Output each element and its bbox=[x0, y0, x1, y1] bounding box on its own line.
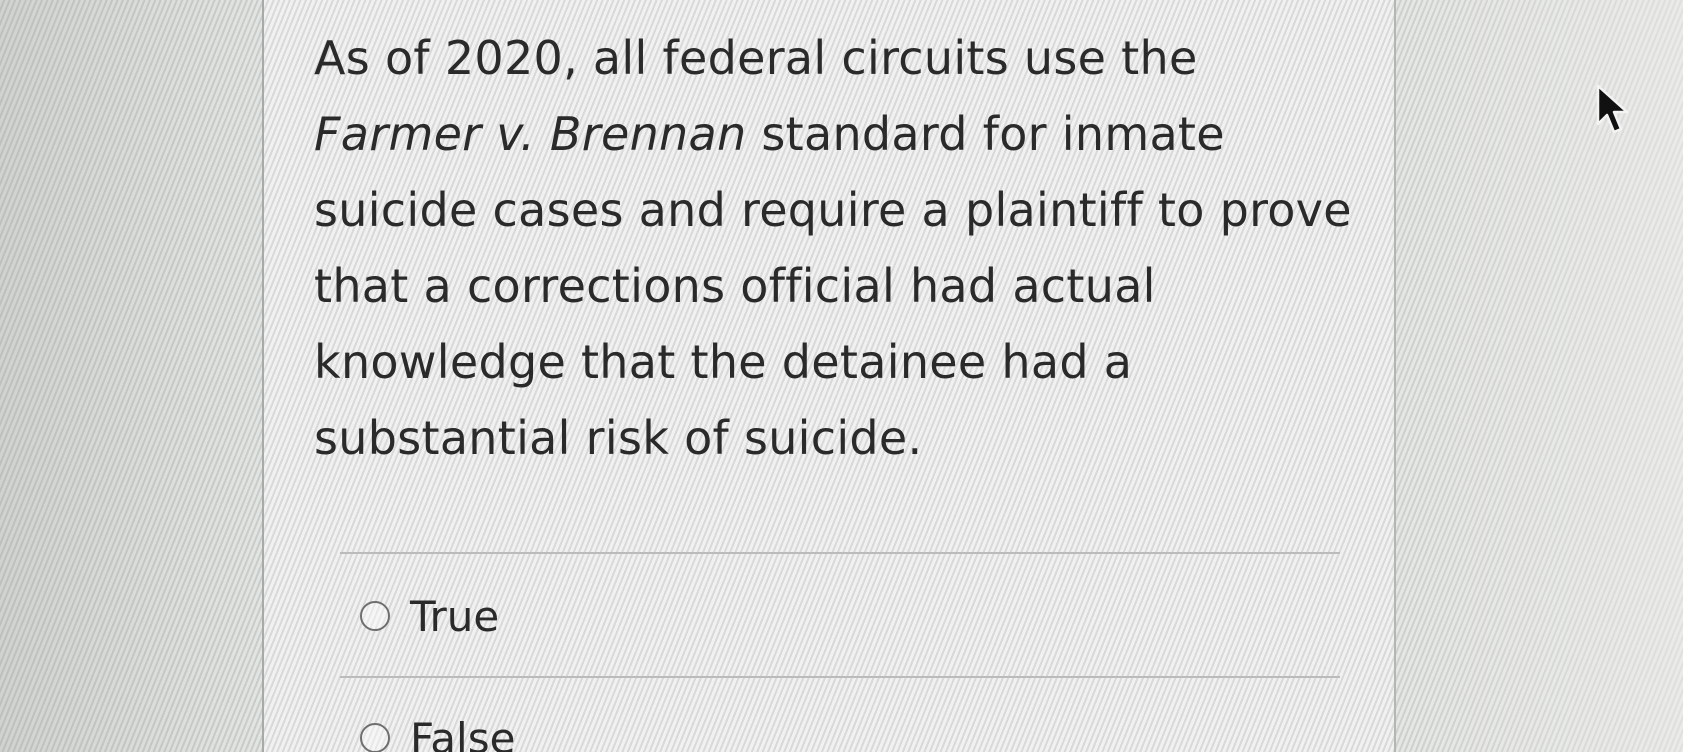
background-right bbox=[1396, 0, 1683, 752]
radio-button-false[interactable] bbox=[360, 723, 390, 752]
question-text-before: As of 2020, all federal circuits use the bbox=[314, 31, 1198, 85]
mouse-pointer-icon bbox=[1596, 84, 1629, 134]
radio-button-true[interactable] bbox=[360, 601, 390, 631]
answer-label-false: False bbox=[410, 713, 516, 752]
question-card: As of 2020, all federal circuits use the… bbox=[264, 0, 1394, 752]
question-text: As of 2020, all federal circuits use the… bbox=[314, 20, 1354, 476]
answer-divider-middle bbox=[340, 676, 1340, 678]
case-name: Farmer v. Brennan bbox=[314, 107, 747, 161]
answer-label-true: True bbox=[410, 591, 500, 641]
answer-option-false[interactable]: False bbox=[360, 710, 515, 752]
answer-divider-top bbox=[340, 552, 1340, 554]
answer-option-true[interactable]: True bbox=[360, 588, 499, 644]
background-left bbox=[0, 0, 270, 752]
